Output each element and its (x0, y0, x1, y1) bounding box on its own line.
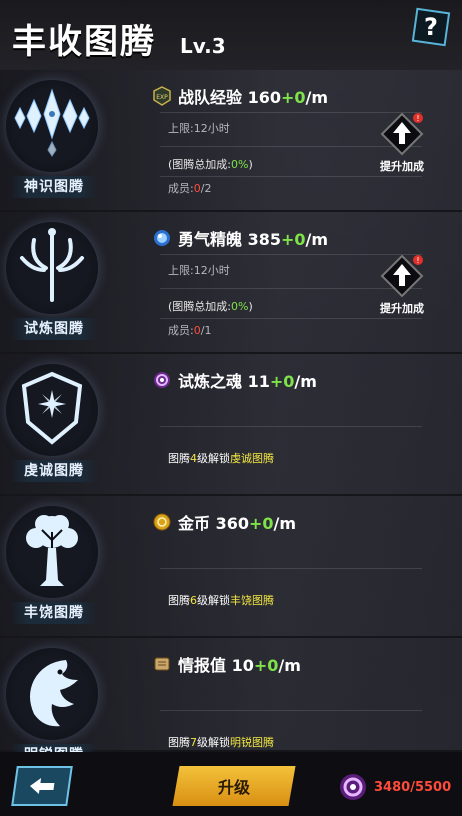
cap-label: 上限:12小时 (168, 122, 230, 135)
bonus-label: (图腾总加成:0%) (168, 158, 253, 171)
totem-row-qiancheng: 虔诚图腾 试炼之魂 11+0/m 图腾4级解锁虔诚图腾 (0, 354, 462, 496)
question-mark-icon: ? (424, 12, 438, 41)
totem-shenshi[interactable]: 神识图腾 (4, 76, 104, 202)
resource-line: 试炼之魂 11+0/m (152, 368, 317, 392)
totem-label: 虔诚图腾 (10, 460, 98, 482)
back-arrow-icon (30, 778, 55, 794)
divider (160, 710, 422, 711)
unlock-level: 7 (190, 736, 197, 749)
boost-button[interactable]: ! 提升加成 (372, 254, 432, 320)
resource-name: 试炼之魂 (178, 372, 243, 391)
gold-coin-icon (153, 513, 171, 531)
resource-plus: +0 (249, 514, 274, 533)
divider (160, 426, 422, 427)
svg-text:EXP: EXP (156, 94, 168, 101)
resource-unit: /m (273, 514, 297, 533)
help-button[interactable]: ? (411, 7, 451, 47)
trident-totem-icon (20, 228, 84, 302)
bonus-value: 0% (231, 300, 249, 313)
unlock-target: 丰饶图腾 (230, 594, 274, 607)
bonus-label: (图腾总加成:0%) (168, 300, 253, 313)
exp-badge-icon: EXP (153, 86, 171, 106)
crystal-totem-icon (14, 88, 90, 157)
members-label: 成员:0/1 (168, 324, 212, 337)
unlock-label: 图腾4级解锁虔诚图腾 (168, 452, 274, 465)
unlock-target: 虔诚图腾 (230, 452, 274, 465)
members-label: 成员:0/2 (168, 182, 212, 195)
footer-bar: 升级 3480/5500 (0, 752, 462, 816)
shield-star-totem-icon (21, 371, 83, 445)
resource-unit: /m (305, 230, 329, 249)
resource-name: 金币 (178, 514, 211, 533)
tree-totem-icon (26, 515, 78, 586)
members-current: 0 (193, 324, 201, 337)
page-title: 丰收图腾 (12, 22, 156, 62)
totem-label: 神识图腾 (10, 176, 98, 198)
svg-text:!: ! (416, 256, 419, 265)
totem-label: 丰饶图腾 (10, 602, 98, 624)
cost-current: 3480 (374, 779, 411, 795)
resource-plus: +0 (269, 372, 295, 391)
totem-row-shenshi: 神识图腾 EXP 战队经验 160+0/m 上限:12小时 (图腾总加成:0%)… (0, 70, 462, 212)
boost-label: 提升加成 (380, 160, 424, 173)
resource-name: 情报值 (178, 656, 227, 675)
totem-qiancheng[interactable]: 虔诚图腾 (4, 360, 104, 486)
resource-plus: +0 (253, 656, 279, 675)
level-label: Lv.3 (180, 34, 226, 58)
resource-line: 情报值 10+0/m (152, 652, 301, 676)
resource-line: 勇气精魄 385+0/m (152, 226, 328, 250)
resource-plus: +0 (281, 88, 306, 107)
resource-name: 勇气精魄 (178, 230, 243, 249)
boost-button[interactable]: ! 提升加成 (372, 112, 432, 178)
unlock-level: 4 (190, 452, 197, 465)
svg-text:!: ! (416, 114, 419, 123)
upgrade-cost: 3480/5500 (338, 772, 451, 802)
boost-label: 提升加成 (380, 302, 424, 315)
resource-value: 11 (247, 372, 270, 391)
resource-value: 10 (231, 656, 254, 675)
members-max: 1 (204, 324, 212, 337)
blue-orb-icon (154, 230, 170, 246)
upgrade-label: 升级 (217, 778, 250, 797)
resource-value: 385 (247, 230, 281, 249)
totem-shilian[interactable]: 试炼图腾 (4, 218, 104, 344)
resource-value: 160 (247, 88, 281, 107)
members-max: 2 (204, 182, 212, 195)
unlock-target: 明锐图腾 (230, 736, 274, 749)
unlock-level: 6 (190, 594, 197, 607)
resource-name: 战队经验 (178, 88, 243, 107)
unlock-label: 图腾6级解锁丰饶图腾 (168, 594, 274, 607)
resource-unit: /m (278, 656, 301, 675)
purple-soul-icon (340, 774, 366, 800)
bonus-value: 0% (231, 158, 249, 171)
resource-unit: /m (305, 88, 329, 107)
upgrade-button[interactable]: 升级 (172, 766, 296, 806)
resource-plus: +0 (281, 230, 306, 249)
totem-fengrao[interactable]: 丰饶图腾 (4, 502, 104, 628)
up-arrow-icon: ! (380, 112, 424, 156)
header: 丰收图腾 Lv.3 ? (0, 0, 462, 70)
intel-scroll-icon (154, 657, 170, 671)
totem-label: 试炼图腾 (10, 318, 98, 340)
totem-row-shilian: 试炼图腾 勇气精魄 385+0/m 上限:12小时 (图腾总加成:0%) 成员:… (0, 212, 462, 354)
resource-unit: /m (294, 372, 317, 391)
up-arrow-icon: ! (380, 254, 424, 298)
totem-row-mingrui: 明锐图腾 情报值 10+0/m 图腾7级解锁明锐图腾 (0, 638, 462, 766)
resource-line: EXP 战队经验 160+0/m (152, 84, 328, 108)
cap-label: 上限:12小时 (168, 264, 230, 277)
members-current: 0 (193, 182, 201, 195)
totem-row-fengrao: 丰饶图腾 金币 360+0/m 图腾6级解锁丰饶图腾 (0, 496, 462, 638)
unlock-label: 图腾7级解锁明锐图腾 (168, 736, 274, 749)
eagle-totem-icon (30, 660, 78, 727)
divider (160, 568, 422, 569)
resource-value: 360 (215, 514, 249, 533)
resource-line: 金币 360+0/m (152, 510, 296, 534)
purple-soul-icon (154, 372, 170, 388)
back-button[interactable] (11, 766, 73, 806)
cost-max: 5500 (414, 779, 452, 795)
